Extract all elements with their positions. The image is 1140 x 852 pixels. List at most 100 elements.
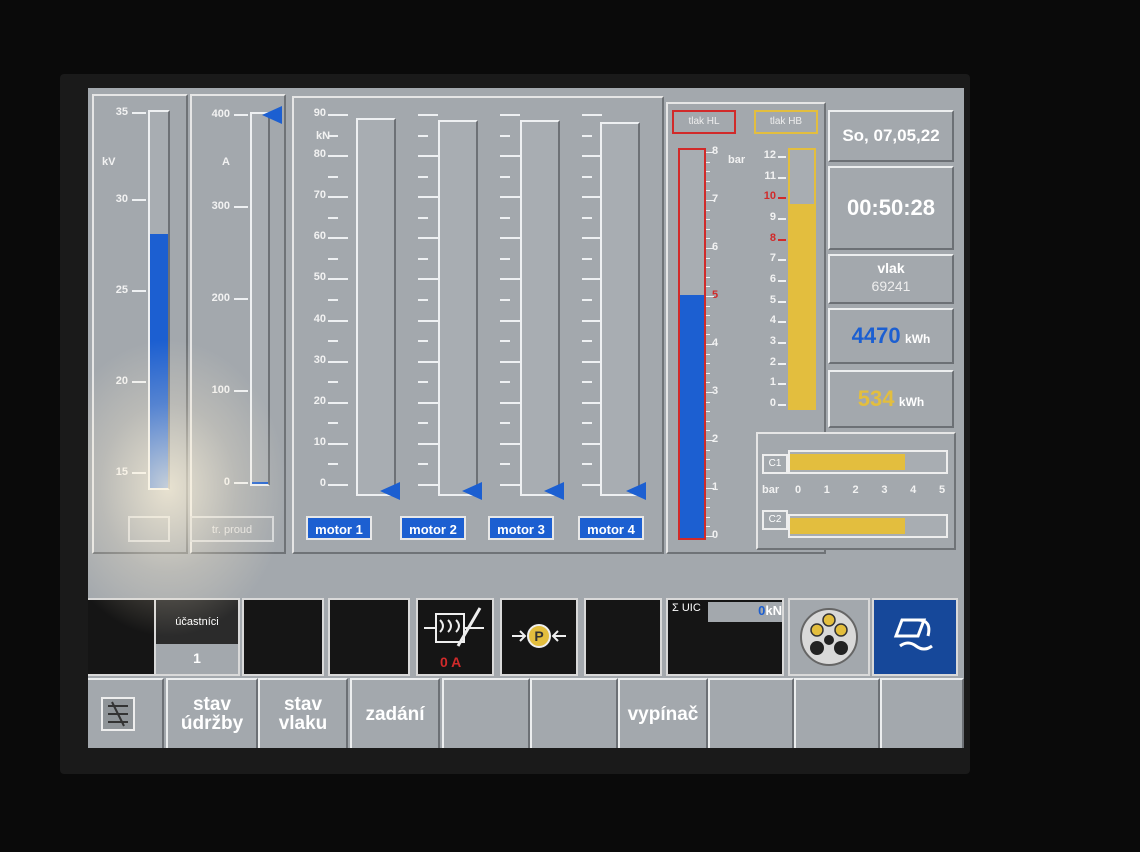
- participants-value: 1: [193, 650, 201, 666]
- connector-tile[interactable]: [788, 598, 870, 676]
- status-tile-4: [328, 598, 410, 676]
- parking-brake-tile[interactable]: P: [500, 598, 578, 676]
- kn-tick-mark: [582, 360, 602, 363]
- softkey-8[interactable]: [708, 678, 794, 748]
- current-panel: 400 A 300 200 100 0: [190, 94, 286, 554]
- hl-tick-label-0: 0: [712, 529, 719, 541]
- hl-tick-mark: [706, 152, 714, 153]
- kn-tick-mark: [418, 216, 428, 219]
- train-number: 69241: [871, 278, 911, 294]
- cylinder-scale-label-3: 3: [881, 484, 888, 496]
- kv-tick-25: 25: [115, 284, 128, 296]
- hl-tick-mark: [706, 468, 710, 470]
- train-status-button[interactable]: stav vlaku: [258, 678, 348, 748]
- hb-tick-mark: [778, 176, 786, 179]
- kn-tick-mark: [328, 463, 338, 466]
- hb-tick-label-1: 1: [769, 376, 776, 389]
- kn-tick-mark: [418, 319, 438, 322]
- a-tick-200: 200: [211, 292, 230, 304]
- force-panel: kN 90 80 70 60 50 40 30 20 10 0: [292, 96, 664, 554]
- train-box: vlak 69241: [828, 254, 954, 304]
- softkey-9[interactable]: [794, 678, 880, 748]
- softkey-5[interactable]: [442, 678, 530, 748]
- hl-pressure-fill: [680, 295, 704, 538]
- voltage-fill: [150, 234, 168, 488]
- kn-tick-mark: [500, 484, 520, 486]
- kn-tick-mark: [582, 216, 592, 219]
- hl-tick-mark: [706, 315, 710, 317]
- kn-tick-mark: [328, 134, 338, 137]
- c2-fill: [790, 518, 905, 534]
- tr-proud-caption: tr. proud: [190, 516, 274, 542]
- a-tick-100: 100: [211, 384, 230, 396]
- hl-tick-mark: [706, 440, 714, 441]
- heating-tile[interactable]: 0 A: [416, 598, 494, 676]
- c2-bar: [788, 514, 948, 538]
- kn-tick-mark: [328, 216, 338, 219]
- kv-tick-15: 15: [115, 466, 128, 478]
- date-box: So, 07,05,22: [828, 110, 954, 162]
- participants-tile[interactable]: účastníci 1: [154, 598, 240, 676]
- motor-2-bar: [438, 120, 478, 496]
- motor-4-pointer: [626, 482, 646, 500]
- kn-tick-mark: [418, 463, 428, 466]
- kn-tick-mark: [500, 381, 510, 384]
- hb-tick-label-8: 8: [769, 231, 776, 244]
- hl-tick-mark: [706, 507, 710, 509]
- hl-tick-mark: [706, 411, 710, 413]
- kn-tick-mark: [500, 114, 520, 116]
- energy-regen-value: 534: [857, 386, 895, 411]
- kn-tick-mark: [500, 134, 510, 137]
- c1-fill: [790, 454, 905, 470]
- status-tile-7: [584, 598, 662, 676]
- hl-tick-mark: [706, 161, 710, 163]
- maintenance-status-button[interactable]: stav údržby: [166, 678, 258, 748]
- hb-tick-label-4: 4: [769, 314, 776, 327]
- motor-4-bar: [600, 122, 640, 496]
- hl-tick-mark: [706, 219, 710, 221]
- kn-tick-mark: [500, 216, 510, 219]
- hb-pressure-fill: [790, 204, 814, 408]
- date-display: So, 07,05,22: [842, 126, 940, 145]
- kn-tick-mark: [418, 257, 428, 260]
- kn-tick-mark: [418, 155, 438, 158]
- motor-2-label[interactable]: motor 2: [400, 516, 466, 540]
- brake-cylinder-panel: C1 0 1 2 3 4 5 bar C2: [756, 432, 956, 550]
- kn-tick-mark: [418, 360, 438, 363]
- kn-tick-mark: [582, 319, 602, 322]
- softkey-6[interactable]: [530, 678, 618, 748]
- hl-tick-mark: [706, 190, 710, 192]
- softkey-10[interactable]: [880, 678, 964, 748]
- uic-label: Σ UIC: [672, 602, 701, 614]
- hb-tick-label-5: 5: [769, 293, 776, 306]
- kn-tick-mark: [418, 381, 428, 384]
- kn-tick-mark: [328, 401, 348, 404]
- hl-tick-label-3: 3: [712, 385, 719, 397]
- hb-tick-label-11: 11: [764, 169, 776, 182]
- menu-button[interactable]: [88, 678, 164, 748]
- hb-pressure-bar: [788, 148, 816, 410]
- kv-tick-35: 35: [115, 106, 128, 118]
- input-button[interactable]: zadání: [350, 678, 440, 748]
- kn-tick-label-30: 30: [313, 353, 326, 366]
- uic-force-tile: Σ UIC 0kN: [666, 598, 784, 676]
- kn-tick-mark: [582, 278, 602, 281]
- kn-tick-mark: [328, 422, 338, 425]
- motor-1-label[interactable]: motor 1: [306, 516, 372, 540]
- kn-tick-mark: [328, 237, 348, 240]
- motor-3-label[interactable]: motor 3: [488, 516, 554, 540]
- breaker-button[interactable]: vypínač: [618, 678, 708, 748]
- kn-tick-mark: [582, 381, 592, 384]
- hl-tick-mark: [706, 257, 710, 259]
- kn-tick-mark: [500, 155, 520, 158]
- kn-tick-mark: [418, 340, 428, 343]
- kn-tick-mark: [582, 134, 592, 137]
- motor-4-label[interactable]: motor 4: [578, 516, 644, 540]
- hl-pressure-bar: [678, 148, 706, 540]
- hb-tick-mark: [778, 238, 786, 241]
- kn-tick-mark: [500, 442, 520, 445]
- hb-tick-mark: [778, 404, 786, 406]
- kv-tick-30: 30: [115, 193, 128, 205]
- cylinder-scale-label-4: 4: [910, 484, 917, 496]
- kn-tick-mark: [500, 257, 510, 260]
